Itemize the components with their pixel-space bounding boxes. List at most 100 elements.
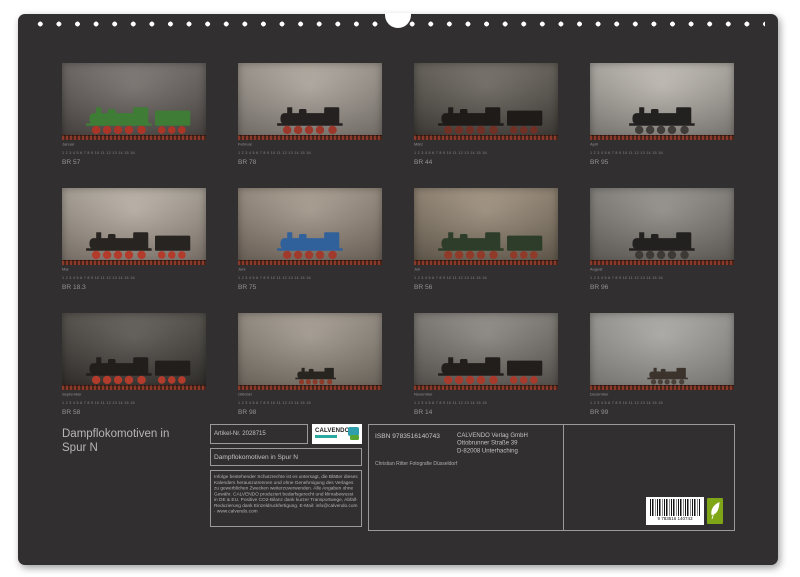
month-label: BR 95 bbox=[590, 158, 734, 166]
engine-silhouette bbox=[629, 107, 695, 134]
legal-text-cell: Infolge bestehender Schutzrechte ist es … bbox=[210, 470, 362, 527]
publisher-line1: CALVENDO Verlag GmbH bbox=[457, 432, 528, 440]
track-strip bbox=[414, 260, 558, 265]
mini-calendar: Februar 1 2 3 4 5 6 7 8 9 10 11 12 13 14… bbox=[238, 142, 382, 156]
tender-silhouette bbox=[507, 361, 542, 384]
steam-locomotive-icon bbox=[71, 356, 197, 385]
month-photo bbox=[62, 63, 206, 140]
track-strip bbox=[590, 385, 734, 390]
engine-silhouette bbox=[86, 232, 152, 259]
photographer-credit: Christian Ritter Fotografie Düsseldorf bbox=[375, 461, 457, 467]
mini-calendar: April 1 2 3 4 5 6 7 8 9 10 11 12 13 14 1… bbox=[590, 142, 734, 156]
steam-locomotive-icon bbox=[614, 231, 734, 260]
calendar-title-line1: Dampflokomotiven in bbox=[62, 428, 210, 442]
steam-locomotive-icon bbox=[423, 231, 549, 260]
inner-title-cell: Dampflokomotiven in Spur N bbox=[210, 448, 362, 466]
track-strip bbox=[238, 135, 382, 140]
month-tile: Oktober 1 2 3 4 5 6 7 8 9 10 11 12 13 14… bbox=[238, 313, 382, 415]
barcode-bars bbox=[650, 499, 700, 516]
mini-calendar: September 1 2 3 4 5 6 7 8 9 10 11 12 13 … bbox=[62, 392, 206, 406]
mini-calendar: Mai 1 2 3 4 5 6 7 8 9 10 11 12 13 14 15 … bbox=[62, 267, 206, 281]
engine-silhouette bbox=[438, 107, 504, 134]
eco-label bbox=[707, 498, 723, 524]
mini-calendar: März 1 2 3 4 5 6 7 8 9 10 11 12 13 14 15… bbox=[414, 142, 558, 156]
steam-locomotive-icon bbox=[262, 231, 382, 260]
month-label: BR 99 bbox=[590, 408, 734, 416]
track-strip bbox=[238, 260, 382, 265]
month-photo bbox=[238, 313, 382, 390]
mini-calendar-days-row1: 1 2 3 4 5 6 7 8 9 10 11 12 13 14 15 16 bbox=[590, 401, 734, 405]
steam-locomotive-icon bbox=[262, 106, 382, 135]
engine-silhouette bbox=[277, 232, 343, 259]
month-photo bbox=[238, 63, 382, 140]
month-label: BR 75 bbox=[238, 283, 382, 291]
month-photo bbox=[414, 63, 558, 140]
mini-calendar-month: Oktober bbox=[238, 392, 382, 397]
steam-locomotive-icon bbox=[423, 356, 549, 385]
barcode-digits: 9 783516 140743 bbox=[650, 516, 700, 521]
month-label: BR 78 bbox=[238, 158, 382, 166]
month-photo bbox=[414, 313, 558, 390]
publisher-info-box: ISBN 9783516140743 Christian Ritter Foto… bbox=[368, 424, 735, 531]
month-tile: März 1 2 3 4 5 6 7 8 9 10 11 12 13 14 15… bbox=[414, 63, 558, 165]
publisher-address: CALVENDO Verlag GmbH Ottobrunner Straße … bbox=[457, 432, 528, 455]
mini-calendar: Dezember 1 2 3 4 5 6 7 8 9 10 11 12 13 1… bbox=[590, 392, 734, 406]
publisher-info-cell: ISBN 9783516140743 Christian Ritter Foto… bbox=[369, 425, 564, 530]
calvendo-logo-icon bbox=[348, 427, 359, 440]
steam-locomotive-icon bbox=[286, 367, 364, 385]
mini-calendar: November 1 2 3 4 5 6 7 8 9 10 11 12 13 1… bbox=[414, 392, 558, 406]
mini-calendar-month: März bbox=[414, 142, 558, 147]
month-photo bbox=[62, 188, 206, 265]
mini-calendar: August 1 2 3 4 5 6 7 8 9 10 11 12 13 14 … bbox=[590, 267, 734, 281]
month-label: BR 56 bbox=[414, 283, 558, 291]
calvendo-logo: CALVENDO bbox=[312, 424, 362, 444]
mini-calendar-days-row1: 1 2 3 4 5 6 7 8 9 10 11 12 13 14 15 16 bbox=[238, 276, 382, 280]
steam-locomotive-icon bbox=[423, 106, 549, 135]
mini-calendar-month: August bbox=[590, 267, 734, 272]
month-photo bbox=[590, 63, 734, 140]
track-strip bbox=[590, 260, 734, 265]
month-tile: Januar 1 2 3 4 5 6 7 8 9 10 11 12 13 14 … bbox=[62, 63, 206, 165]
calendar-title: Dampflokomotiven in Spur N bbox=[62, 424, 210, 456]
steam-locomotive-icon bbox=[71, 106, 197, 135]
tender-silhouette bbox=[507, 111, 542, 134]
calendar-back-cover: Januar 1 2 3 4 5 6 7 8 9 10 11 12 13 14 … bbox=[0, 0, 800, 577]
tender-silhouette bbox=[507, 236, 542, 259]
mini-calendar-month: Mai bbox=[62, 267, 206, 272]
mini-calendar-month: Juni bbox=[238, 267, 382, 272]
mini-calendar-month: Februar bbox=[238, 142, 382, 147]
track-strip bbox=[414, 385, 558, 390]
track-strip bbox=[414, 135, 558, 140]
mini-calendar-days-row1: 1 2 3 4 5 6 7 8 9 10 11 12 13 14 15 16 bbox=[414, 401, 558, 405]
month-photo bbox=[62, 313, 206, 390]
engine-silhouette bbox=[438, 357, 504, 384]
mini-calendar-month: Dezember bbox=[590, 392, 734, 397]
mini-calendar-days-row1: 1 2 3 4 5 6 7 8 9 10 11 12 13 14 15 16 bbox=[238, 401, 382, 405]
mini-calendar-days-row1: 1 2 3 4 5 6 7 8 9 10 11 12 13 14 15 16 bbox=[590, 151, 734, 155]
month-tile: Juli 1 2 3 4 5 6 7 8 9 10 11 12 13 14 15… bbox=[414, 188, 558, 290]
mini-calendar: Oktober 1 2 3 4 5 6 7 8 9 10 11 12 13 14… bbox=[238, 392, 382, 406]
month-label: BR 58 bbox=[62, 408, 206, 416]
month-tile: November 1 2 3 4 5 6 7 8 9 10 11 12 13 1… bbox=[414, 313, 558, 415]
track-strip bbox=[238, 385, 382, 390]
month-tile: Juni 1 2 3 4 5 6 7 8 9 10 11 12 13 14 15… bbox=[238, 188, 382, 290]
product-info-table: Artikel-Nr. 2028715 CALVENDO Dampflokomo… bbox=[210, 424, 362, 527]
inner-title: Dampflokomotiven in Spur N bbox=[214, 453, 358, 461]
track-strip bbox=[62, 385, 206, 390]
publisher-line3: D-82008 Unterhaching bbox=[457, 447, 528, 455]
publisher-line2: Ottobrunner Straße 39 bbox=[457, 440, 528, 448]
engine-silhouette bbox=[647, 368, 688, 385]
month-grid: Januar 1 2 3 4 5 6 7 8 9 10 11 12 13 14 … bbox=[62, 63, 734, 415]
mini-calendar-days-row1: 1 2 3 4 5 6 7 8 9 10 11 12 13 14 15 16 bbox=[590, 276, 734, 280]
article-number: Artikel-Nr. 2028715 bbox=[214, 430, 304, 437]
tender-silhouette bbox=[155, 361, 190, 384]
mini-calendar-month: Juli bbox=[414, 267, 558, 272]
mini-calendar-days-row1: 1 2 3 4 5 6 7 8 9 10 11 12 13 14 15 16 bbox=[238, 151, 382, 155]
month-photo bbox=[590, 188, 734, 265]
track-strip bbox=[62, 260, 206, 265]
mini-calendar-days-row1: 1 2 3 4 5 6 7 8 9 10 11 12 13 14 15 16 bbox=[62, 151, 206, 155]
month-label: BR 14 bbox=[414, 408, 558, 416]
month-label: BR 98 bbox=[238, 408, 382, 416]
mini-calendar: Juni 1 2 3 4 5 6 7 8 9 10 11 12 13 14 15… bbox=[238, 267, 382, 281]
eco-leaf-icon bbox=[709, 501, 721, 521]
